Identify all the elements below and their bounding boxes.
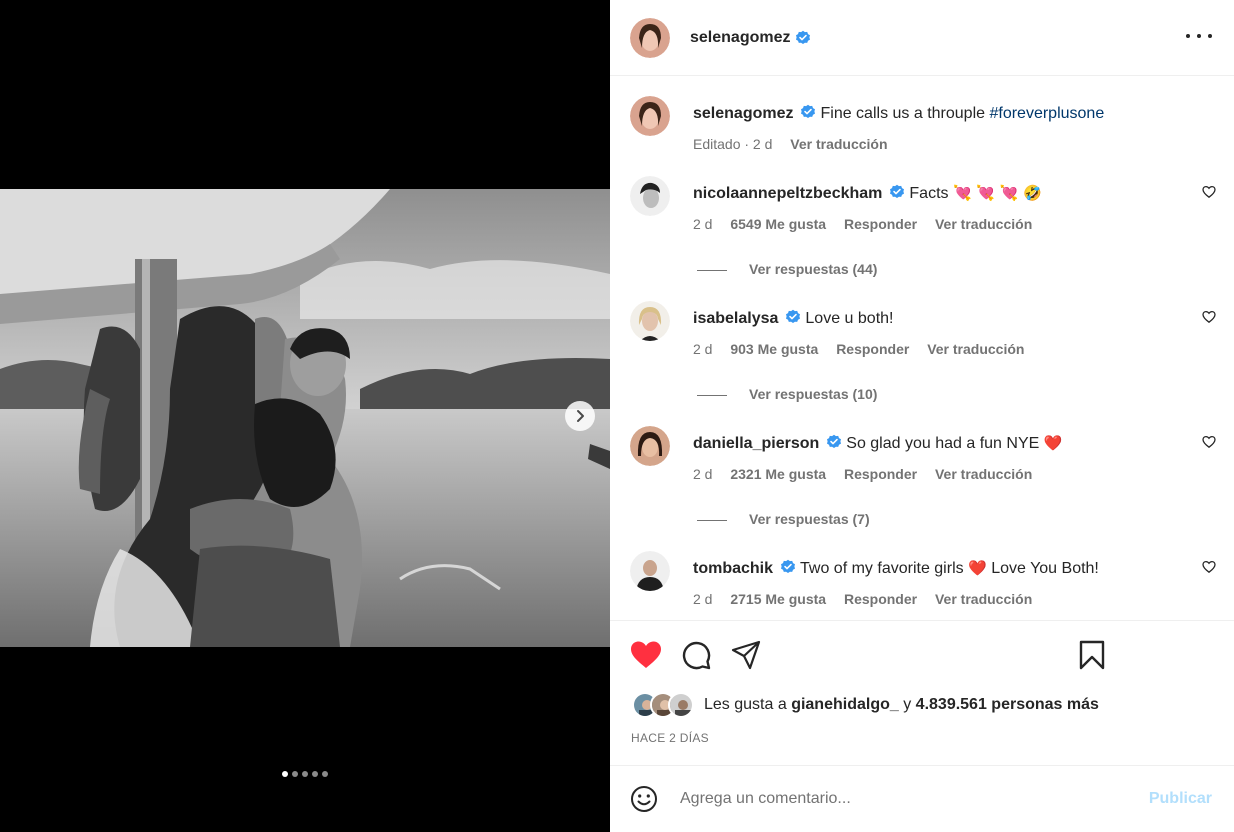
carousel-dot [322, 771, 328, 777]
carousel-indicator [0, 771, 610, 777]
comment-like-count[interactable]: 6549 Me gusta [730, 216, 826, 232]
comment-input[interactable] [680, 786, 1130, 812]
post-photo [0, 189, 610, 647]
post-header: selenagomez [610, 0, 1234, 76]
heart-icon[interactable] [630, 640, 662, 670]
comment-like-count[interactable]: 2715 Me gusta [730, 591, 826, 607]
comment-like-heart-icon[interactable] [1202, 560, 1216, 574]
comment-age: 2 d [693, 341, 713, 357]
avatar[interactable] [630, 176, 670, 216]
comment-composer: Publicar [610, 766, 1234, 832]
post-actions-section: Les gusta a gianehidalgo_ y 4.839.561 pe… [610, 620, 1234, 766]
post-caption: selenagomez Fine calls us a throuple #for… [630, 96, 1220, 156]
comment-item: nicolaannepeltzbeckham Facts 💘 💘 💘 🤣 2 d … [630, 176, 1220, 286]
comment-reply-button[interactable]: Responder [836, 341, 909, 357]
verified-badge-icon [795, 29, 812, 45]
comment-translate-link[interactable]: Ver traducción [927, 341, 1024, 357]
comment-age: 2 d [693, 216, 713, 232]
post-author-username[interactable]: selenagomez [690, 29, 790, 47]
comment-username[interactable]: isabelalysa [693, 310, 778, 327]
comment-item: tombachik Two of my favorite girls ❤️ Lov… [630, 551, 1220, 620]
carousel-dot [312, 771, 318, 777]
avatar[interactable] [630, 551, 670, 591]
carousel-next-button[interactable] [565, 401, 595, 431]
comment-text: Facts [909, 185, 949, 202]
share-icon[interactable] [731, 640, 761, 670]
comment-reply-button[interactable]: Responder [844, 216, 917, 232]
comment-age: 2 d [693, 466, 713, 482]
chevron-right-icon [577, 410, 584, 422]
verified-badge-icon [780, 559, 796, 574]
publish-button[interactable]: Publicar [1149, 790, 1212, 808]
caption-translate-link[interactable]: Ver traducción [790, 136, 887, 152]
comment-emoji: 💘 💘 💘 🤣 [952, 184, 1042, 202]
view-replies-button[interactable]: Ver respuestas (10) [697, 386, 877, 402]
post-media-pane [0, 0, 610, 832]
comment-text-continued: Love You Both! [991, 560, 1099, 577]
comment-like-heart-icon[interactable] [1202, 185, 1216, 199]
comment-item: daniella_pierson So glad you had a fun NY… [630, 426, 1220, 536]
comment-age: 2 d [693, 591, 713, 607]
verified-badge-icon [785, 309, 802, 324]
comment-translate-link[interactable]: Ver traducción [935, 466, 1032, 482]
caption-edited-meta: Editado · 2 d [693, 136, 773, 152]
comment-text: So glad you had a fun NYE [846, 435, 1040, 452]
avatar[interactable] [630, 301, 670, 341]
view-replies-button[interactable]: Ver respuestas (7) [697, 511, 870, 527]
likes-prefix: Les gusta a [704, 696, 787, 713]
caption-username[interactable]: selenagomez [693, 105, 793, 122]
carousel-dot [282, 771, 288, 777]
comment-text: Love u both! [805, 310, 894, 327]
comment-translate-link[interactable]: Ver traducción [935, 216, 1032, 232]
comment-like-heart-icon[interactable] [1202, 310, 1216, 324]
comment-username[interactable]: tombachik [693, 560, 773, 577]
comments-list: selenagomez Fine calls us a throuple #for… [610, 77, 1234, 620]
likes-connector: y [903, 696, 912, 713]
comment-reply-button[interactable]: Responder [844, 466, 917, 482]
carousel-dot [302, 771, 308, 777]
verified-badge-icon [826, 434, 843, 449]
comment-reply-button[interactable]: Responder [844, 591, 917, 607]
comment-text: Two of my favorite girls [800, 560, 964, 577]
avatar[interactable] [630, 96, 670, 136]
comment-username[interactable]: nicolaannepeltzbeckham [693, 185, 882, 202]
comment-icon[interactable] [681, 640, 711, 670]
likes-count[interactable]: 4.839.561 personas más [916, 696, 1099, 714]
instagram-post-modal: selenagomez selenagomez Fine calls us a t… [0, 0, 1234, 832]
verified-badge-icon [889, 184, 906, 199]
more-options-icon[interactable] [1186, 26, 1212, 46]
liker-username[interactable]: gianehidalgo_ [791, 696, 899, 714]
carousel-dot [292, 771, 298, 777]
post-details-pane: selenagomez selenagomez Fine calls us a t… [610, 0, 1234, 832]
emoji-icon[interactable] [630, 785, 658, 813]
avatar [668, 692, 694, 718]
comment-translate-link[interactable]: Ver traducción [935, 591, 1032, 607]
caption-text: Fine calls us a throuple [820, 105, 986, 122]
likes-summary[interactable]: Les gusta a gianehidalgo_ y 4.839.561 pe… [632, 692, 1099, 718]
comment-item: isabelalysa Love u both! 2 d 903 Me gusta… [630, 301, 1220, 411]
comment-emoji: ❤️ [968, 559, 987, 577]
post-timestamp[interactable]: HACE 2 DÍAS [631, 731, 709, 745]
comment-like-count[interactable]: 2321 Me gusta [730, 466, 826, 482]
comment-like-heart-icon[interactable] [1202, 435, 1216, 449]
caption-hashtag[interactable]: #foreverplusone [989, 105, 1104, 122]
verified-badge-icon [800, 104, 817, 119]
comment-like-count[interactable]: 903 Me gusta [730, 341, 818, 357]
bookmark-icon[interactable] [1079, 640, 1105, 670]
view-replies-button[interactable]: Ver respuestas (44) [697, 261, 877, 277]
liker-avatars [632, 692, 698, 718]
avatar[interactable] [630, 426, 670, 466]
comment-username[interactable]: daniella_pierson [693, 435, 819, 452]
avatar[interactable] [630, 17, 670, 58]
comment-emoji: ❤️ [1043, 434, 1063, 452]
